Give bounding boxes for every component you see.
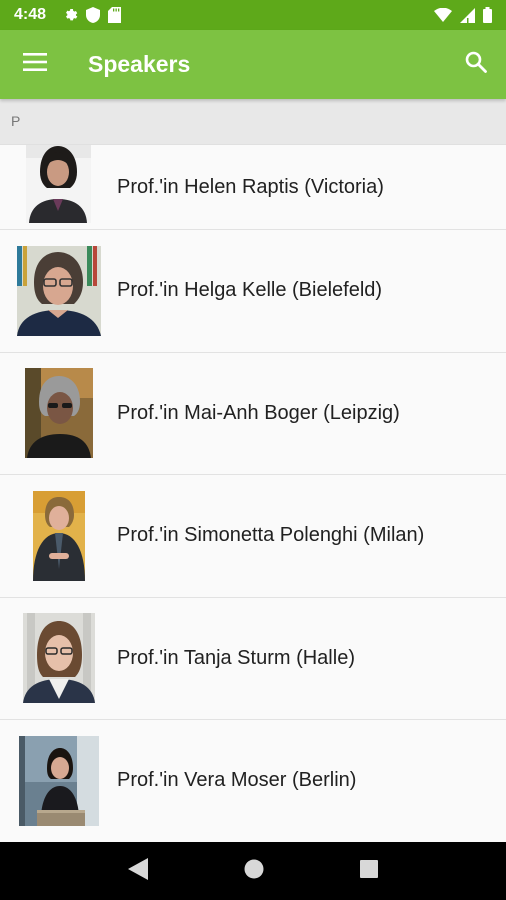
speaker-name: Prof.'in Vera Moser (Berlin) (117, 769, 357, 792)
speaker-photo (32, 490, 85, 581)
speaker-photo (26, 145, 91, 223)
speaker-name: Prof.'in Helga Kelle (Bielefeld) (117, 279, 383, 302)
list-item[interactable]: Prof.'in Mai-Anh Boger (Leipzig) (0, 352, 506, 475)
wifi-icon (434, 8, 452, 22)
speaker-photo (16, 245, 101, 336)
sd-card-icon (108, 7, 122, 23)
speaker-name: Prof.'in Tanja Sturm (Halle) (117, 646, 355, 669)
speaker-photo (22, 613, 95, 704)
list-item[interactable]: Prof.'in Helen Raptis (Victoria) (0, 145, 506, 230)
search-icon (465, 51, 487, 78)
settings-icon (62, 7, 78, 23)
section-letter: P (11, 113, 21, 129)
speaker-list[interactable]: Prof.'in Helen Raptis (Victoria) Prof.'i… (0, 145, 506, 842)
speaker-photo (18, 735, 99, 826)
menu-button[interactable] (0, 30, 70, 99)
list-item[interactable]: Prof.'in Vera Moser (Berlin) (0, 720, 506, 842)
list-item[interactable]: Prof.'in Simonetta Polenghi (Milan) (0, 475, 506, 598)
page-title: Speakers (88, 51, 191, 77)
speaker-name: Prof.'in Mai-Anh Boger (Leipzig) (117, 401, 400, 424)
menu-icon (23, 53, 47, 76)
navigation-bar (0, 842, 506, 900)
battery-icon (483, 7, 492, 23)
section-header: P (0, 99, 506, 145)
status-time: 4:48 (14, 6, 47, 23)
search-button[interactable] (446, 30, 506, 99)
home-icon[interactable] (244, 859, 264, 884)
recents-icon[interactable] (360, 859, 378, 883)
speaker-name: Prof.'in Helen Raptis (Victoria) (117, 175, 384, 198)
status-bar: 4:48 (0, 0, 506, 30)
list-item[interactable]: Prof.'in Tanja Sturm (Halle) (0, 597, 506, 720)
speaker-photo (24, 368, 93, 459)
list-item[interactable]: Prof.'in Helga Kelle (Bielefeld) (0, 230, 506, 353)
app-bar: Speakers (0, 30, 506, 99)
shield-icon (86, 7, 101, 23)
signal-icon (460, 7, 475, 23)
back-icon[interactable] (128, 857, 148, 885)
speaker-name: Prof.'in Simonetta Polenghi (Milan) (117, 524, 425, 547)
